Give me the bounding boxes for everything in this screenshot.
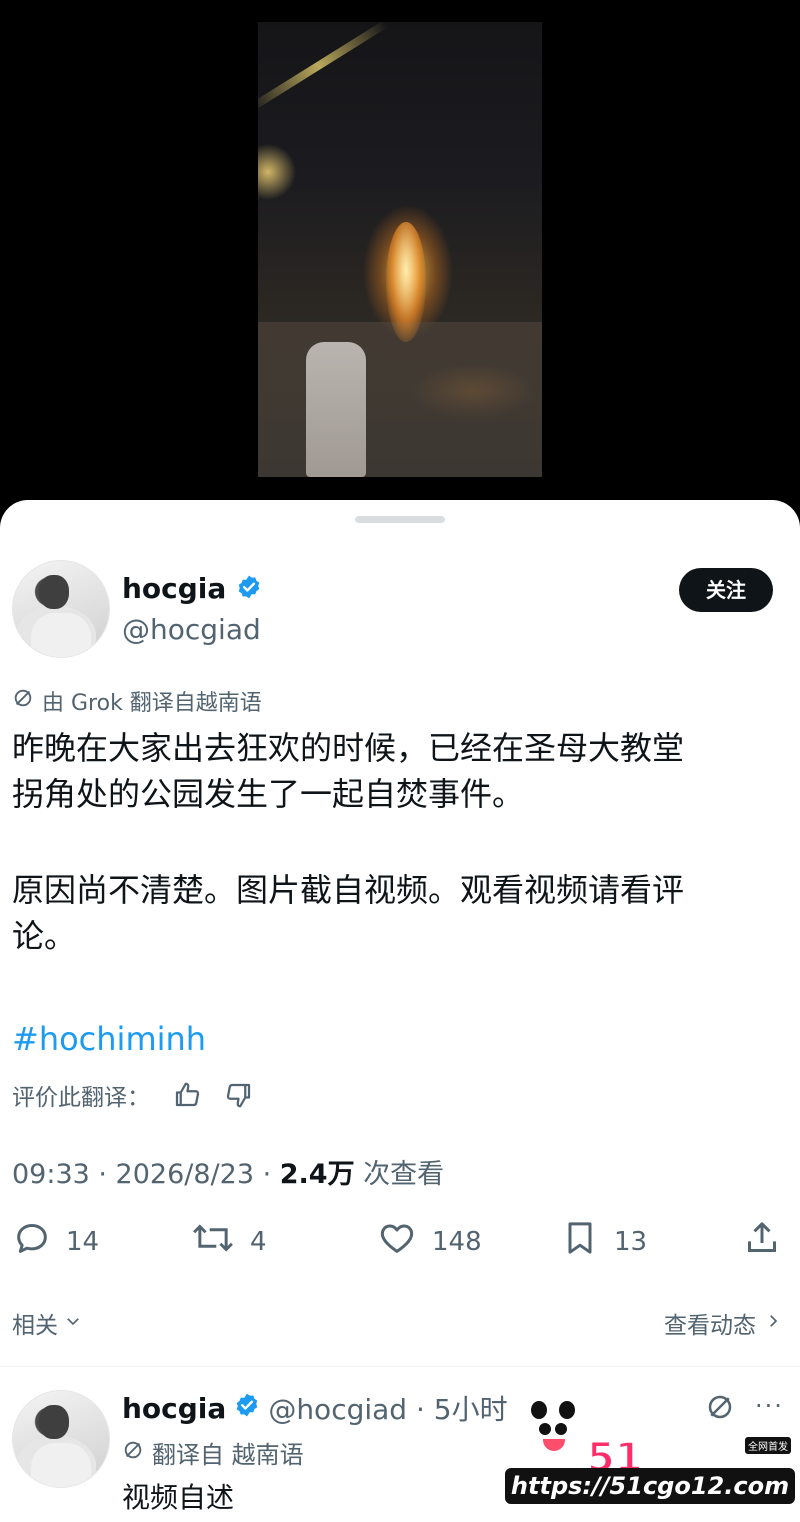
views-label: 次查看 xyxy=(354,1159,445,1190)
like-count: 148 xyxy=(432,1226,482,1257)
retweet-icon xyxy=(190,1218,236,1265)
bookmark-count: 13 xyxy=(614,1226,648,1257)
video-thumbnail[interactable] xyxy=(258,22,542,477)
verified-badge-icon xyxy=(234,1392,260,1425)
reply-icon xyxy=(12,1218,52,1265)
reply-header[interactable]: hocgia @hocgiad · 5小时 xyxy=(122,1388,508,1428)
share-icon xyxy=(742,1218,782,1265)
author-name: hocgia xyxy=(122,572,227,605)
reply-translation-label: 翻译自 越南语 xyxy=(152,1441,304,1469)
watermark-tag: 全网首发 xyxy=(745,1437,791,1454)
retweet-button[interactable]: 4 xyxy=(190,1218,267,1265)
translation-notice[interactable]: 由 Grok 翻译自越南语 xyxy=(12,685,262,717)
view-activity-label: 查看动态 xyxy=(664,1313,756,1339)
share-button[interactable] xyxy=(742,1218,782,1265)
translation-notice-text: 由 Grok 翻译自越南语 xyxy=(42,691,262,716)
reply-button[interactable]: 14 xyxy=(12,1218,99,1265)
views-count: 2.4万 xyxy=(279,1159,355,1190)
watermark-url: https://51cgo12.com xyxy=(505,1468,795,1504)
sheet-grabber[interactable] xyxy=(355,516,445,523)
tweet-detail-sheet: hocgia @hocgiad 关注 由 Grok 翻译自越南语 昨晚在大家出去… xyxy=(0,500,800,1522)
divider xyxy=(0,1366,800,1367)
translate-icon xyxy=(122,1439,144,1467)
retweet-count: 4 xyxy=(250,1226,267,1257)
follow-button[interactable]: 关注 xyxy=(679,568,773,612)
view-activity-link[interactable]: 查看动态 xyxy=(664,1306,782,1340)
translate-icon xyxy=(12,687,34,715)
reply-handle-time: @hocgiad · 5小时 xyxy=(268,1393,508,1426)
reply-translation-notice[interactable]: 翻译自 越南语 xyxy=(122,1435,304,1470)
rate-translation-label: 评价此翻译： xyxy=(12,1085,150,1111)
reply-author-name: hocgia xyxy=(122,1391,227,1425)
mascot-logo-icon xyxy=(523,1395,583,1465)
tweet-meta: 09:33 · 2026/8/23 · 2.4万 次查看 xyxy=(12,1152,444,1191)
chevron-right-icon xyxy=(764,1310,782,1336)
tweet-body-line: 原因尚不清楚。图片截自视频。观看视频请看评 xyxy=(12,871,685,909)
thumbs-up-icon[interactable] xyxy=(172,1080,202,1110)
heart-icon xyxy=(376,1218,418,1265)
like-button[interactable]: 148 xyxy=(376,1218,482,1265)
hashtag-link[interactable]: #hochiminh xyxy=(12,1020,206,1058)
author-handle[interactable]: @hocgiad xyxy=(122,613,261,646)
bookmark-icon xyxy=(560,1218,600,1265)
related-label: 相关 xyxy=(12,1313,58,1339)
tweet-timestamp[interactable]: 09:33 · 2026/8/23 · xyxy=(12,1159,280,1190)
reply-count: 14 xyxy=(66,1226,100,1257)
reply-author-avatar[interactable] xyxy=(12,1390,110,1488)
tweet-body-line: 论。 xyxy=(12,917,77,955)
tweet-body-paragraph-2: 原因尚不清楚。图片截自视频。观看视频请看评 论。 xyxy=(12,867,782,959)
verified-badge-icon xyxy=(236,574,262,607)
site-watermark: 51吃瓜 全网首发 https://51cgo12.com xyxy=(505,1395,795,1510)
rate-translation: 评价此翻译： xyxy=(12,1078,254,1112)
related-row: 相关 查看动态 xyxy=(12,1306,782,1342)
author-avatar[interactable] xyxy=(12,560,110,658)
video-preview-area xyxy=(0,0,800,520)
related-dropdown[interactable]: 相关 xyxy=(12,1306,82,1340)
author-name-row[interactable]: hocgia xyxy=(122,572,262,607)
tweet-body-line: 昨晚在大家出去狂欢的时候，已经在圣母大教堂 xyxy=(12,729,685,767)
bookmark-button[interactable]: 13 xyxy=(560,1218,647,1265)
tweet-body-paragraph-1: 昨晚在大家出去狂欢的时候，已经在圣母大教堂 拐角处的公园发生了一起自焚事件。 xyxy=(12,725,782,817)
reply-text: 视频自述 xyxy=(122,1481,235,1514)
chevron-down-icon xyxy=(64,1310,82,1336)
tweet-body-line: 拐角处的公园发生了一起自焚事件。 xyxy=(12,775,525,813)
tweet-action-bar: 14 4 148 13 xyxy=(0,1218,800,1266)
thumbs-down-icon[interactable] xyxy=(224,1080,254,1110)
